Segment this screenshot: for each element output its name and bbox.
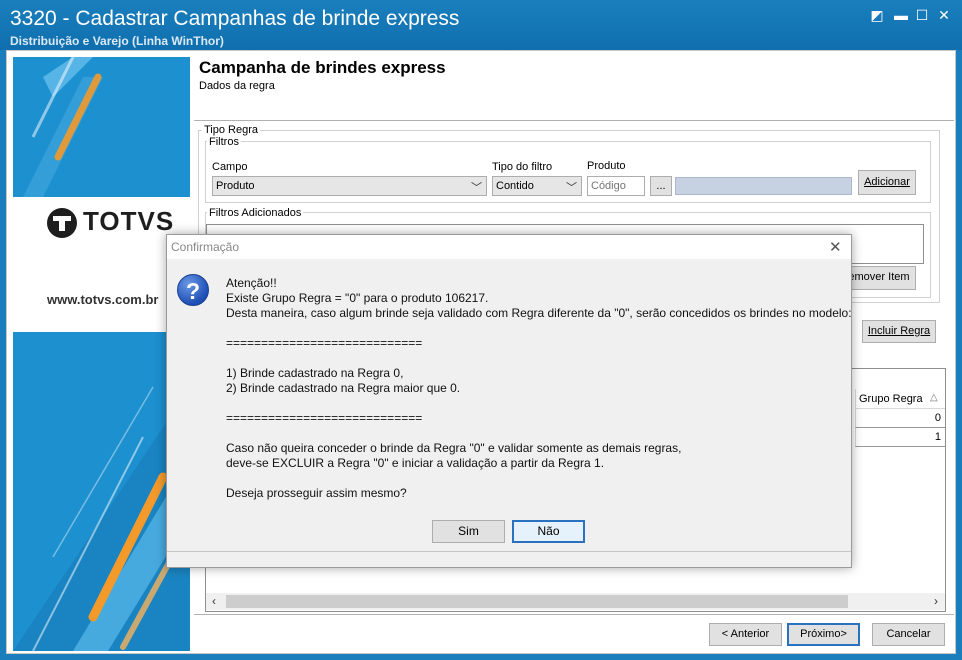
grupo-regra-header: Grupo Regra: [859, 393, 923, 405]
tipo-filtro-value: Contido: [496, 180, 534, 192]
page-title: Campanha de brindes express: [199, 58, 446, 77]
table-row[interactable]: 0: [855, 409, 945, 428]
campo-select[interactable]: Produto ﹀: [212, 176, 487, 196]
tipo-regra-label: Tipo Regra: [202, 124, 261, 136]
question-icon: ?: [177, 274, 209, 306]
adicionar-button-label: Adicionar: [864, 176, 910, 188]
adicionar-button[interactable]: Adicionar: [858, 170, 916, 195]
page-subtitle: Dados da regra: [199, 80, 275, 92]
message-line: Caso não queira conceder o brinde da Reg…: [226, 441, 682, 455]
confirmation-dialog: Confirmação ✕ ? Atenção!! Existe Grupo R…: [166, 234, 852, 568]
message-line: Atenção!!: [226, 276, 277, 290]
produto-label: Produto: [587, 160, 626, 172]
message-line: deve-se EXCLUIR a Regra "0" e iniciar a …: [226, 456, 605, 470]
maximize-icon[interactable]: ☐: [914, 8, 930, 22]
minimize-icon[interactable]: ▬: [893, 8, 909, 22]
restore-icon[interactable]: ◩: [869, 8, 885, 22]
grupo-regra-cell: 1: [934, 431, 941, 443]
scroll-left-icon[interactable]: ‹: [212, 594, 216, 608]
message-line: Existe Grupo Regra = "0" para o produto …: [226, 291, 489, 305]
website-text: www.totvs.com.br: [47, 292, 159, 307]
campo-label: Campo: [212, 161, 248, 173]
filtros-adicionados-label: Filtros Adicionados: [207, 207, 304, 219]
sim-button[interactable]: Sim: [432, 520, 505, 543]
header-divider: [194, 120, 954, 121]
scroll-right-icon[interactable]: ›: [934, 594, 938, 608]
sort-ascending-icon: △: [930, 392, 938, 403]
window-title: 3320 - Cadastrar Campanhas de brinde exp…: [10, 7, 460, 30]
close-window-icon[interactable]: ✕: [936, 8, 952, 22]
grid-column-header[interactable]: Grupo Regra △: [855, 389, 945, 409]
incluir-regra-label: Incluir Regra: [867, 325, 931, 337]
message-line: Deseja prosseguir assim mesmo?: [226, 486, 407, 500]
produto-lookup-button[interactable]: ...: [650, 176, 672, 196]
totvs-logo-text: TOTVS: [83, 206, 175, 236]
message-separator: ============================: [226, 336, 423, 350]
message-line: 2) Brinde cadastrado na Regra maior que …: [226, 381, 461, 395]
cancelar-button[interactable]: Cancelar: [872, 623, 945, 646]
title-bar: 3320 - Cadastrar Campanhas de brinde exp…: [0, 0, 962, 50]
produto-code-input[interactable]: [587, 176, 645, 196]
incluir-regra-button[interactable]: Incluir Regra: [862, 320, 936, 343]
proximo-button[interactable]: Próximo>: [787, 623, 860, 646]
window-subtitle: Distribuição e Varejo (Linha WinThor): [10, 34, 224, 48]
filtros-label: Filtros: [207, 136, 241, 148]
grupo-regra-cell: 0: [934, 412, 941, 424]
table-row[interactable]: 1: [855, 428, 945, 447]
footer-divider: [194, 614, 954, 615]
dialog-title-bar: Confirmação ✕: [167, 235, 851, 259]
dialog-footer-divider: [167, 551, 851, 552]
tipo-filtro-label: Tipo do filtro: [492, 161, 553, 173]
side-banner: TOTVS www.totvs.com.br: [13, 57, 190, 651]
message-line: Desta maneira, caso algum brinde seja va…: [226, 306, 852, 320]
message-separator: ============================: [226, 411, 423, 425]
dialog-title: Confirmação: [171, 240, 240, 254]
anterior-button[interactable]: < Anterior: [709, 623, 782, 646]
website-area: www.totvs.com.br: [13, 277, 190, 332]
banner-graphic: [13, 57, 190, 651]
chevron-down-icon: ﹀: [471, 182, 482, 194]
message-line: 1) Brinde cadastrado na Regra 0,: [226, 366, 404, 380]
totvs-logo-icon: [47, 208, 77, 238]
nao-button[interactable]: Não: [512, 520, 585, 543]
tipo-filtro-select[interactable]: Contido ﹀: [492, 176, 582, 196]
logo-area: TOTVS: [13, 197, 190, 277]
campo-value: Produto: [216, 180, 255, 192]
scrollbar-thumb[interactable]: [226, 595, 848, 608]
chevron-down-icon: ﹀: [566, 182, 577, 194]
dialog-close-icon[interactable]: ✕: [829, 238, 842, 256]
grid-horizontal-scrollbar[interactable]: ‹ ›: [206, 593, 945, 610]
produto-description-field: [675, 177, 852, 195]
